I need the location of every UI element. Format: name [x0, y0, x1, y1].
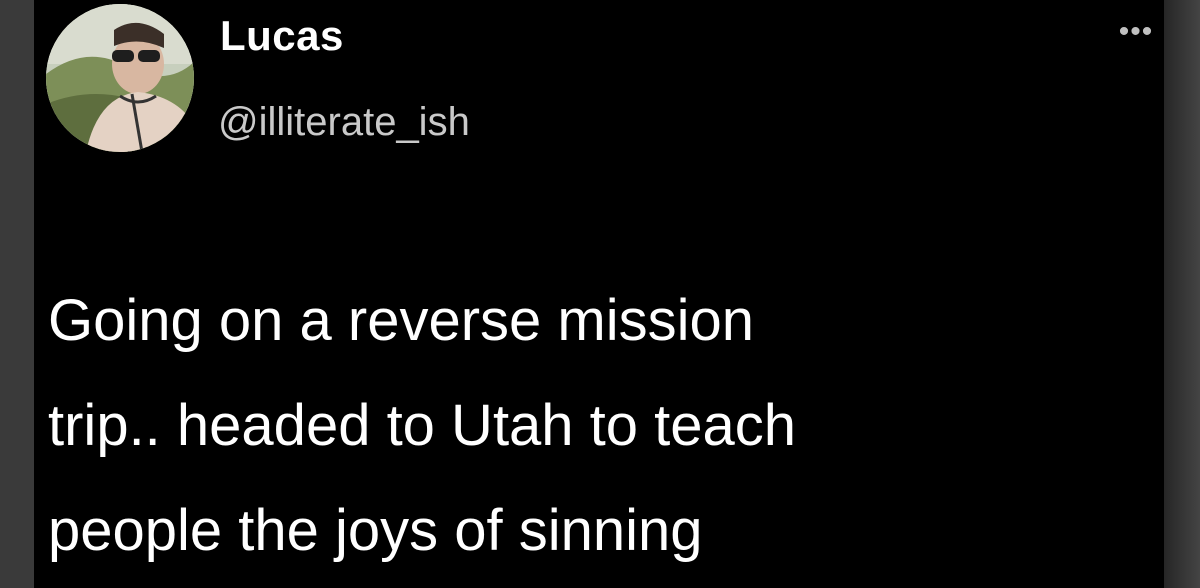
tweet-text: Going on a reverse mission trip.. headed… [48, 268, 1158, 583]
more-dots-icon[interactable]: ••• [1114, 17, 1158, 47]
tweet-card: Lucas @illiterate_ish ••• Going on a rev… [34, 0, 1164, 588]
avatar-photo [46, 4, 194, 152]
avatar[interactable] [46, 4, 194, 152]
display-name[interactable]: Lucas [220, 12, 344, 60]
tweet-text-line: Going on a reverse mission [48, 288, 754, 353]
user-handle[interactable]: @illiterate_ish [218, 100, 470, 145]
right-border [1164, 0, 1200, 588]
tweet-text-line: people the joys of sinning [48, 498, 703, 563]
screenshot-frame: Lucas @illiterate_ish ••• Going on a rev… [0, 0, 1200, 588]
tweet-text-line: trip.. headed to Utah to teach [48, 393, 797, 458]
